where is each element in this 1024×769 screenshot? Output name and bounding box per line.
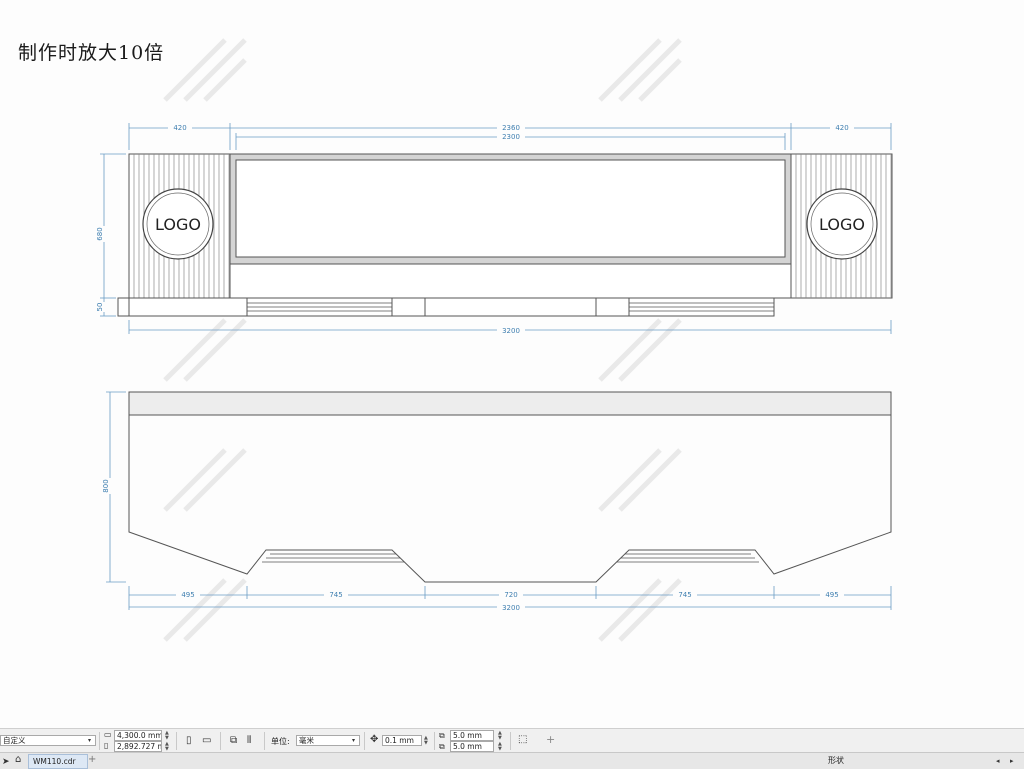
drawing-canvas[interactable]: LOGO LOGO 420 2360 2300 420 680 50 3200 … — [0, 0, 1024, 728]
preset-select[interactable]: 自定义 — [0, 735, 96, 746]
nudge-input[interactable]: 0.1 mm — [382, 735, 422, 746]
dim-right-panel: 420 — [835, 124, 848, 132]
units-select[interactable]: 毫米 — [296, 735, 360, 746]
property-bar: 自定义 ▾ ▭ 4,300.0 mm ▲▼ ▯ 2,892.727 mm ▲▼ … — [0, 728, 1024, 753]
height-spinner[interactable]: ▲ ▼ — [165, 742, 169, 752]
logo-text-left: LOGO — [155, 215, 201, 234]
dim-top-total: 3200 — [502, 604, 520, 612]
add-icon[interactable]: + — [546, 734, 555, 745]
dim-seg2: 745 — [329, 591, 342, 599]
dim-center-inner: 2300 — [502, 133, 520, 141]
current-page-icon[interactable]: ⫴ — [247, 736, 251, 746]
landscape-icon[interactable]: ▭ — [202, 736, 211, 746]
duplicate-y-icon: ⧉ — [439, 742, 445, 751]
document-tab-bar: ➤ ⌂ WM110.cdr + 形状 ◂ ▸ — [0, 752, 1024, 769]
duplicate-y-input[interactable]: 5.0 mm — [450, 741, 494, 752]
page-height-icon: ▯ — [104, 741, 109, 750]
units-chevron-down-icon[interactable]: ▾ — [352, 736, 355, 746]
dim-center-outer: 2360 — [502, 124, 520, 132]
top-dimensions — [106, 391, 892, 610]
page-frame-icon[interactable]: ⬚ — [518, 735, 527, 745]
dim-seg4: 745 — [678, 591, 691, 599]
portrait-icon[interactable]: ▯ — [186, 736, 192, 746]
top-steps-right — [617, 553, 759, 563]
dim-depth: 800 — [102, 479, 110, 492]
screen-panel[interactable] — [235, 159, 786, 258]
top-steps-left — [262, 553, 404, 563]
top-front-edge[interactable] — [128, 391, 892, 416]
dim-base-height: 50 — [96, 303, 104, 312]
units-label: 单位: — [271, 737, 290, 746]
page-width-icon: ▭ — [104, 730, 112, 739]
cursor-icon: ➤ — [2, 757, 10, 767]
logo-text-right: LOGO — [819, 215, 865, 234]
scroll-right-icon[interactable]: ▸ — [1010, 756, 1014, 766]
top-outline[interactable] — [128, 415, 892, 583]
chevron-down-icon[interactable]: ▾ — [88, 736, 91, 746]
dim-upper-height: 680 — [96, 227, 104, 240]
duplicate-y-spinner[interactable]: ▲ ▼ — [498, 742, 502, 752]
dim-front-total: 3200 — [502, 327, 520, 335]
file-tab[interactable]: WM110.cdr — [28, 754, 88, 769]
dim-left-panel: 420 — [173, 124, 186, 132]
dim-seg1: 495 — [181, 591, 194, 599]
nudge-icon: ✥ — [370, 734, 379, 745]
home-icon[interactable]: ⌂ — [15, 755, 21, 765]
top-view[interactable]: 800 495 745 720 745 495 3200 — [102, 391, 892, 612]
page-height-input[interactable]: 2,892.727 mm — [114, 741, 162, 752]
page-width-input[interactable]: 4,300.0 mm — [114, 730, 162, 741]
watermark-pattern — [163, 38, 682, 642]
duplicate-x-input[interactable]: 5.0 mm — [450, 730, 494, 741]
nudge-spinner[interactable]: ▲ ▼ — [424, 736, 428, 746]
scroll-left-icon[interactable]: ◂ — [996, 756, 1000, 766]
all-pages-icon[interactable]: ⧉ — [230, 736, 237, 746]
add-tab-icon[interactable]: + — [88, 755, 96, 765]
width-spinner[interactable]: ▲ ▼ — [165, 731, 169, 741]
lower-body[interactable] — [229, 263, 792, 299]
duplicate-x-spinner[interactable]: ▲ ▼ — [498, 731, 502, 741]
dim-seg5: 495 — [825, 591, 838, 599]
duplicate-x-icon: ⧉ — [439, 731, 445, 740]
dim-seg3: 720 — [504, 591, 517, 599]
right-panel-label: 形状 — [828, 756, 844, 765]
front-view[interactable]: LOGO LOGO 420 2360 2300 420 680 50 3200 — [96, 123, 893, 335]
